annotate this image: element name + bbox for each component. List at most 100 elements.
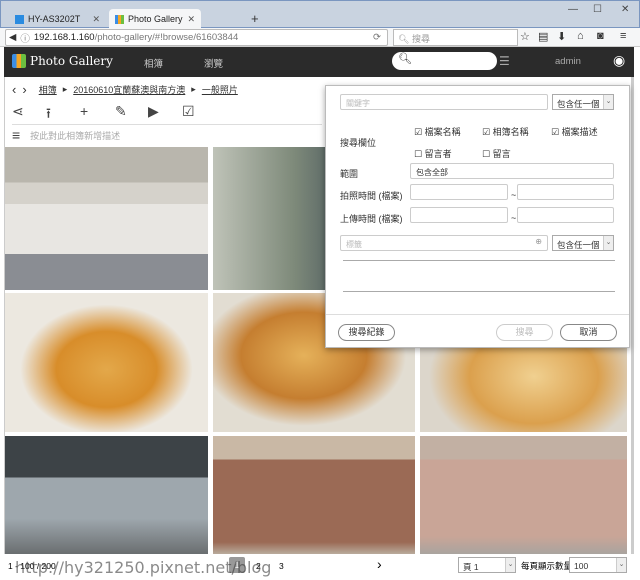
upload-time-label: 上傳時間 (檔案)	[340, 214, 403, 224]
checkbox-commenter[interactable]: ☐ 留言者	[414, 147, 452, 160]
checkbox-comment[interactable]: ☐ 留言	[482, 147, 511, 160]
range-select[interactable]: 包含全部	[410, 163, 614, 179]
pocket-icon[interactable]: ◙	[597, 30, 604, 42]
match-mode-value: 包含任一個	[557, 99, 600, 109]
separator-icon: ▸	[191, 84, 196, 94]
album-description[interactable]: ≡ 按此對此相簿新增描述	[12, 124, 322, 145]
back-arrow-icon[interactable]: ‹	[12, 82, 16, 97]
per-page-select[interactable]: 100 ⌄	[569, 557, 627, 573]
edit-icon[interactable]: ✎	[115, 103, 127, 120]
menu-icon[interactable]: ≡	[620, 30, 626, 42]
info-icon: ⓘ	[20, 33, 30, 45]
bookmark-star-icon[interactable]: ☆	[520, 30, 530, 43]
reload-icon[interactable]: ⟳	[373, 32, 381, 43]
select-icon[interactable]: ☑	[182, 103, 195, 120]
range-value: 包含全部	[416, 168, 448, 177]
chevron-down-icon: ⌄	[616, 558, 626, 572]
close-tab-icon[interactable]: ✕	[92, 14, 100, 25]
photo-pancake-1[interactable]	[5, 293, 208, 432]
separator-icon: ▸	[62, 84, 68, 94]
checkbox-label: 相簿名稱	[492, 127, 529, 137]
photo-bus-front[interactable]	[5, 436, 208, 554]
site-icon	[15, 14, 24, 24]
per-page-value: 100	[574, 561, 589, 571]
taken-time-label: 拍照時間 (檔案)	[340, 191, 403, 201]
tag-match-value: 包含任一個	[557, 240, 600, 250]
nav-albums[interactable]: 相簿	[144, 56, 163, 70]
checkbox-label: 檔案描述	[561, 127, 598, 137]
home-icon[interactable]: ⌂	[577, 30, 584, 42]
checkbox-label: 留言	[492, 149, 511, 159]
cancel-button[interactable]: 取消	[560, 324, 617, 341]
breadcrumb: ‹ › 相簿 ▸ 20160610宜蘭蘇澳與南方澳 ▸ 一般照片	[12, 82, 238, 97]
photo-gallery-logo-icon	[12, 54, 26, 68]
keyword-placeholder: 關鍵字	[346, 99, 370, 108]
checkbox-filename[interactable]: ☑ 檔案名稱	[414, 125, 461, 138]
reading-list-icon[interactable]: ▤	[538, 30, 548, 43]
forward-arrow-icon[interactable]: ›	[22, 82, 26, 97]
chevron-down-icon: ⌄	[603, 236, 613, 250]
taken-from-input[interactable]	[410, 184, 508, 200]
user-name[interactable]: admin	[555, 56, 581, 67]
keyword-input[interactable]: 關鍵字	[340, 94, 548, 110]
photo-ticket-2[interactable]	[420, 436, 627, 554]
advanced-search-panel: 關鍵字 包含任一個 ⌄ 搜尋欄位 ☑ 檔案名稱 ☑ 相簿名稱 ☑ 檔案描述 ☐ 留…	[325, 85, 630, 348]
per-page-label: 每頁顯示數量	[521, 561, 573, 571]
advanced-search-icon[interactable]: ☰	[499, 54, 510, 68]
slideshow-icon[interactable]: ▶	[148, 103, 159, 120]
divider	[343, 291, 615, 292]
back-icon[interactable]: ◀	[9, 32, 16, 43]
tag-placeholder: 標籤	[346, 240, 362, 249]
next-page-icon[interactable]: ›	[377, 556, 382, 572]
breadcrumb-album[interactable]: 20160610宜蘭蘇澳與南方澳	[73, 83, 185, 96]
search-icon: 🔍︎	[398, 53, 412, 65]
page-3-button[interactable]: 3	[279, 561, 284, 571]
url-bar[interactable]: ◀ ⓘ 192.168.1.160/photo-gallery/#!browse/6…	[5, 29, 388, 46]
tab-title: Photo Gallery	[128, 14, 183, 24]
tab-photo-gallery[interactable]: Photo Gallery ✕	[109, 9, 201, 29]
search-button[interactable]: 搜尋	[496, 324, 553, 341]
download-icon[interactable]: ⬇	[557, 30, 566, 43]
user-avatar-icon[interactable]: ◉	[613, 52, 625, 69]
maximize-button[interactable]: ☐	[593, 4, 602, 15]
tag-input[interactable]: 標籤 ⊕	[340, 235, 548, 251]
app-header: Photo Gallery 相簿 瀏覽 🔍︎ ☰ admin ◉	[4, 47, 634, 77]
close-window-button[interactable]: ✕	[621, 4, 629, 15]
new-tab-button[interactable]: +	[251, 11, 259, 26]
url-path: /photo-gallery/#!browse/61603844	[94, 32, 239, 43]
close-tab-icon[interactable]: ✕	[187, 14, 195, 25]
browser-search-input[interactable]: 🔍︎ 搜尋	[393, 29, 518, 46]
share-icon[interactable]: ⋖	[12, 103, 24, 120]
breadcrumb-albums[interactable]: 相簿	[39, 83, 57, 96]
photo-bus[interactable]	[5, 147, 208, 290]
fields-label: 搜尋欄位	[340, 138, 377, 148]
keyword-match-select[interactable]: 包含任一個 ⌄	[552, 94, 614, 110]
description-placeholder: 按此對此相簿新增描述	[30, 130, 121, 141]
upload-from-input[interactable]	[410, 207, 508, 223]
watermark: http://hy321250.pixnet.net/blog	[15, 558, 272, 577]
divider	[343, 260, 615, 261]
tag-match-select[interactable]: 包含任一個 ⌄	[552, 235, 614, 251]
chevron-down-icon: ⌄	[603, 95, 613, 109]
checkbox-albumname[interactable]: ☑ 相簿名稱	[482, 125, 529, 138]
upload-to-input[interactable]	[517, 207, 614, 223]
page-select[interactable]: 頁 1 ⌄	[458, 557, 516, 573]
list-menu-icon[interactable]: ≡	[12, 127, 20, 143]
chevron-down-icon: ⌄	[505, 558, 515, 572]
photo-ticket-1[interactable]	[213, 436, 415, 554]
add-icon[interactable]: +	[80, 103, 88, 119]
tab-hy-as3202t[interactable]: HY-AS3202T ✕	[9, 9, 106, 29]
nav-browse[interactable]: 瀏覽	[204, 56, 223, 70]
taken-to-input[interactable]	[517, 184, 614, 200]
minimize-button[interactable]: —	[568, 4, 578, 15]
range-separator: ~	[511, 213, 517, 223]
url-host: 192.168.1.160	[33, 32, 95, 43]
breadcrumb-current[interactable]: 一般照片	[202, 83, 238, 96]
checkbox-description[interactable]: ☑ 檔案描述	[551, 125, 598, 138]
range-label: 範圍	[340, 169, 359, 179]
search-input[interactable]: 🔍︎	[392, 52, 497, 70]
range-separator: ~	[511, 190, 517, 200]
search-history-button[interactable]: 搜尋紀錄	[338, 324, 395, 341]
add-tag-icon[interactable]: ⊕	[535, 237, 542, 246]
footer-divider	[326, 314, 629, 315]
